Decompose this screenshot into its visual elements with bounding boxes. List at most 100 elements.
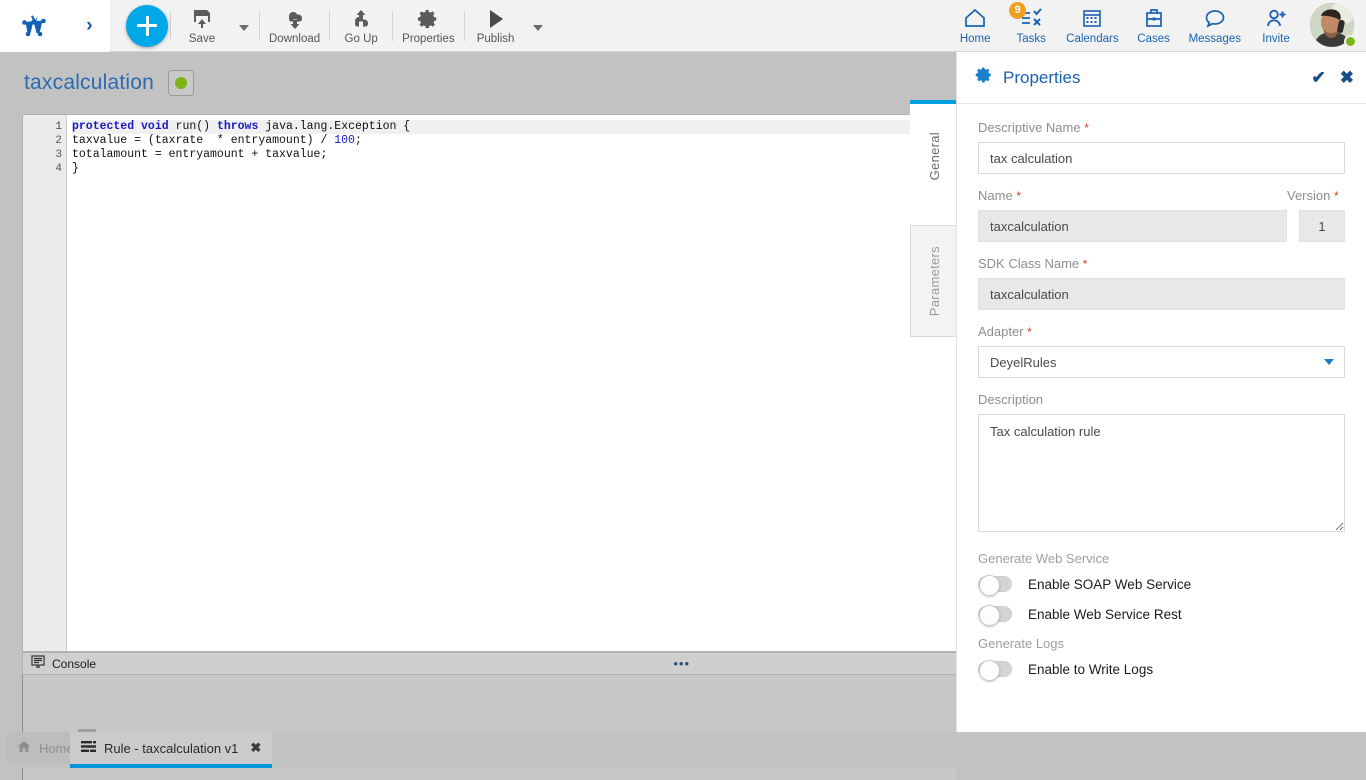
home-icon — [17, 740, 31, 756]
sdk-class-name-input[interactable] — [978, 278, 1345, 310]
chevron-right-icon[interactable]: › — [86, 16, 92, 35]
chevron-down-icon — [239, 24, 249, 31]
avatar[interactable] — [1310, 2, 1357, 49]
enable-logs-label: Enable to Write Logs — [1028, 661, 1154, 677]
save-button[interactable]: Save — [173, 0, 231, 52]
deyel-node-logo-icon[interactable] — [17, 9, 51, 43]
code-line: taxvalue = (taxrate * entryamount) / 100… — [72, 134, 362, 147]
top-header: › Save Download Go Up Properties Publish… — [0, 0, 1366, 52]
field-descriptive-name: Descriptive Name * — [978, 120, 1345, 174]
label-name: Name * — [978, 188, 1021, 203]
name-input[interactable] — [978, 210, 1287, 242]
adapter-select[interactable] — [978, 346, 1345, 378]
name-input-wrap — [978, 210, 1287, 242]
properties-panel: Properties ✔ ✖ Descriptive Name * Name *… — [956, 52, 1366, 768]
calendar-icon — [1080, 6, 1104, 30]
label-descriptive-name: Descriptive Name * — [978, 120, 1345, 135]
panel-title: Properties — [1003, 67, 1081, 87]
section-title-generate-logs: Generate Logs — [978, 636, 1065, 651]
line-number: 1 — [55, 121, 62, 133]
required-marker: * — [1084, 121, 1089, 135]
save-label: Save — [188, 33, 216, 45]
label-row-name-version: Name * Version * — [978, 188, 1345, 210]
label-text: Version — [1287, 188, 1331, 203]
add-new-button[interactable] — [126, 4, 168, 47]
input-row-name-version — [978, 210, 1345, 242]
description-textarea[interactable]: Tax calculation rule — [978, 414, 1345, 532]
label-description: Description — [978, 392, 1345, 407]
version-input[interactable] — [1299, 210, 1345, 242]
descriptive-name-input[interactable] — [978, 142, 1345, 174]
page-title: taxcalculation — [24, 71, 155, 94]
editor-code-area[interactable]: protected void run() throws java.lang.Ex… — [67, 115, 956, 651]
publish-dropdown-button[interactable] — [525, 0, 551, 52]
document-title-bar: taxcalculation — [0, 52, 956, 114]
required-marker: * — [1016, 189, 1021, 203]
console-label: Console — [52, 656, 97, 671]
tab-general[interactable]: General — [910, 100, 958, 208]
nav-item-cases[interactable]: Cases — [1126, 0, 1182, 52]
gear-icon — [975, 66, 993, 89]
gear-icon — [417, 6, 439, 30]
code-editor[interactable]: 1 2 3 4 protected void run() throws java… — [22, 114, 956, 652]
label-sdk-class-name: SDK Class Name * — [978, 256, 1345, 271]
tab-parameters[interactable]: Parameters — [910, 225, 958, 337]
check-icon[interactable]: ✔ — [1312, 69, 1326, 86]
nav-item-invite[interactable]: Invite — [1248, 0, 1304, 52]
toolbar-divider-3 — [329, 10, 331, 41]
label-adapter: Adapter * — [978, 324, 1345, 339]
ellipsis-icon[interactable]: ••• — [673, 657, 948, 670]
toolbar-divider-4 — [392, 10, 394, 41]
save-dropdown-button[interactable] — [231, 0, 257, 52]
panel-actions: ✔ ✖ — [1312, 69, 1355, 86]
toolbar-divider-1 — [170, 10, 171, 41]
line-number: 4 — [55, 163, 62, 175]
section-title-generate-web-service: Generate Web Service — [978, 551, 1110, 566]
enable-logs-toggle[interactable] — [978, 660, 1012, 681]
close-icon[interactable]: ✖ — [1340, 69, 1354, 86]
enable-rest-label: Enable Web Service Rest — [1028, 606, 1182, 622]
properties-label: Properties — [402, 33, 455, 45]
console-header[interactable]: Console ••• — [22, 652, 956, 675]
field-adapter: Adapter * — [978, 324, 1345, 378]
label-version: Version * — [1287, 188, 1345, 203]
download-button[interactable]: Download — [262, 0, 327, 52]
nav-item-messages[interactable]: Messages — [1182, 0, 1248, 52]
toggle-row-enable-logs[interactable]: Enable to Write Logs — [978, 660, 1345, 681]
upload-cloud-icon — [349, 6, 373, 30]
status-dot-green-icon — [175, 77, 188, 89]
nav-label-cases: Cases — [1137, 33, 1170, 45]
nav-item-calendars[interactable]: Calendars — [1059, 0, 1125, 52]
tab-general-label: General — [926, 131, 942, 181]
enable-rest-toggle[interactable] — [978, 605, 1012, 626]
publish-button[interactable]: Publish — [467, 0, 525, 52]
tab-parameters-label: Parameters — [927, 245, 942, 317]
nav-item-tasks[interactable]: 9 Tasks — [1003, 0, 1059, 52]
nav-label-calendars: Calendars — [1066, 33, 1119, 45]
code-line: totalamount = entryamount + taxvalue; — [72, 148, 328, 161]
required-marker: * — [1334, 189, 1339, 203]
status-badge[interactable] — [168, 70, 195, 96]
enable-soap-toggle[interactable] — [978, 575, 1012, 596]
chevron-down-icon[interactable] — [1324, 359, 1334, 365]
home-icon — [963, 6, 987, 30]
panel-side-tabs: General Parameters — [910, 52, 958, 352]
toolbar-divider-5 — [463, 10, 465, 41]
close-icon[interactable]: ✖ — [250, 740, 261, 756]
label-text: Adapter — [978, 324, 1024, 339]
briefcase-icon — [1142, 6, 1166, 30]
properties-panel-header: Properties ✔ ✖ — [957, 52, 1366, 104]
label-text: SDK Class Name — [978, 256, 1080, 271]
nav-item-home[interactable]: Home — [947, 0, 1003, 52]
field-sdk-class-name: SDK Class Name * — [978, 256, 1345, 310]
nav-label-invite: Invite — [1262, 33, 1290, 45]
toggle-row-enable-soap[interactable]: Enable SOAP Web Service — [978, 575, 1345, 596]
taskbar-tab-rule[interactable]: Rule - taxcalculation v1 ✖ — [70, 732, 273, 768]
toggle-row-enable-rest[interactable]: Enable Web Service Rest — [978, 605, 1345, 626]
go-up-button[interactable]: Go Up — [332, 0, 390, 52]
code-line: } — [72, 162, 79, 175]
rule-lines-icon — [81, 740, 96, 756]
invite-person-add-icon — [1264, 6, 1288, 30]
properties-button[interactable]: Properties — [395, 0, 461, 52]
label-text: Description — [978, 392, 1044, 407]
